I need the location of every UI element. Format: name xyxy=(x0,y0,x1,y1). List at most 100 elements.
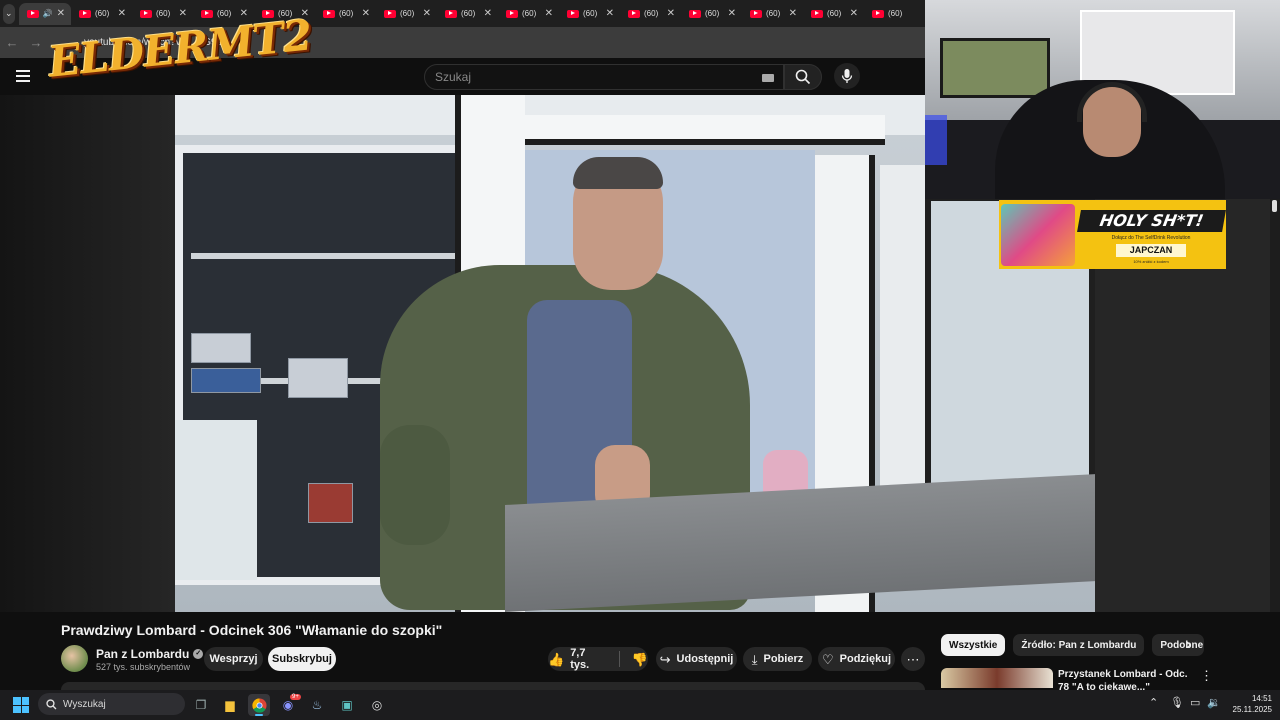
search-input[interactable]: Szukaj xyxy=(424,64,784,90)
subscribe-label: Subskrybuj xyxy=(272,653,332,665)
chevron-right-icon[interactable]: › xyxy=(1186,636,1191,654)
youtube-favicon-icon xyxy=(323,9,335,18)
chip-all[interactable]: Wszystkie xyxy=(941,634,1006,656)
tab-search-button[interactable]: ⌄ xyxy=(3,3,15,24)
channel-avatar[interactable] xyxy=(61,645,88,672)
scrollbar-thumb[interactable] xyxy=(1272,200,1277,212)
microphone-icon xyxy=(841,69,853,83)
close-tab-icon[interactable]: ✕ xyxy=(362,8,370,19)
chip-similar[interactable]: Podobne xyxy=(1152,634,1205,656)
tab-active[interactable]: 🔊 ✕ xyxy=(18,2,71,25)
like-count[interactable]: 7,7 tys. xyxy=(570,647,607,671)
windows-start-icon[interactable] xyxy=(13,697,29,713)
youtube-favicon-icon xyxy=(506,9,518,18)
close-tab-icon[interactable]: ✕ xyxy=(789,8,797,19)
ad-note: 10% zniżki z kodem xyxy=(1133,259,1169,264)
like-dislike-group: 👍 7,7 tys. 👎 xyxy=(548,647,648,671)
voice-search-button[interactable] xyxy=(834,63,860,89)
close-tab-icon[interactable]: ✕ xyxy=(57,8,65,19)
youtube-favicon-icon xyxy=(628,9,640,18)
keyboard-icon[interactable] xyxy=(762,74,774,82)
close-tab-icon[interactable]: ✕ xyxy=(606,8,614,19)
tab-label: (60) xyxy=(827,9,842,18)
browser-tab[interactable]: (60) ✕ xyxy=(71,3,132,25)
share-button[interactable]: ↪ Udostępnij xyxy=(656,647,737,671)
obs-icon[interactable]: ◎ xyxy=(366,694,388,716)
clock-time: 14:51 xyxy=(1251,694,1272,703)
webcam-overlay xyxy=(925,0,1280,199)
browser-tab[interactable]: (60) ✕ xyxy=(681,3,742,25)
sponsor-banner: HOLY SH*T! Dołącz do The SelfDrink Revol… xyxy=(999,200,1226,269)
close-tab-icon[interactable]: ✕ xyxy=(667,8,675,19)
subscribe-button[interactable]: Subskrybuj xyxy=(268,647,336,671)
share-label: Udostępnij xyxy=(676,653,734,665)
recommended-thumbnail[interactable] xyxy=(941,668,1053,688)
browser-tab[interactable]: (60) ✕ xyxy=(803,3,864,25)
microphone-tray-icon[interactable]: 🎙 xyxy=(1170,696,1184,709)
browser-tab[interactable]: (60) xyxy=(864,3,925,25)
support-button[interactable]: Wesprzyj xyxy=(204,647,263,671)
youtube-favicon-icon xyxy=(445,9,457,18)
system-clock[interactable]: 14:51 25.11.2025 xyxy=(1224,693,1272,715)
tab-label: (60) xyxy=(217,9,232,18)
browser-tab[interactable]: (60) ✕ xyxy=(559,3,620,25)
forward-arrow-icon[interactable]: → xyxy=(24,35,48,50)
drink-cans-image xyxy=(1001,204,1075,266)
more-actions-button[interactable]: ⋯ xyxy=(901,647,925,671)
browser-tab[interactable]: (60) ✕ xyxy=(742,3,803,25)
browser-tab[interactable]: (60) ✕ xyxy=(437,3,498,25)
youtube-favicon-icon xyxy=(689,9,701,18)
youtube-favicon-icon xyxy=(26,9,39,18)
subscriber-count: 527 tys. subskrybentów xyxy=(96,662,191,672)
task-view-icon[interactable]: ❐ xyxy=(190,694,212,716)
browser-tab[interactable]: (60) ✕ xyxy=(315,3,376,25)
search-button[interactable] xyxy=(784,64,822,90)
browser-tab[interactable]: (60) ✕ xyxy=(132,3,193,25)
taskbar-search[interactable]: Wyszukaj xyxy=(38,693,185,715)
youtube-favicon-icon xyxy=(384,9,396,18)
browser-tab[interactable]: (60) ✕ xyxy=(498,3,559,25)
close-tab-icon[interactable]: ✕ xyxy=(484,8,492,19)
tab-label: (60) xyxy=(522,9,537,18)
youtube-favicon-icon xyxy=(872,9,884,18)
close-tab-icon[interactable]: ✕ xyxy=(545,8,553,19)
browser-tab[interactable]: (60) ✕ xyxy=(376,3,437,25)
browser-tab[interactable]: (60) ✕ xyxy=(620,3,681,25)
tab-label: (60) xyxy=(400,9,415,18)
search-icon xyxy=(795,69,811,85)
thanks-label: Podziękuj xyxy=(839,653,891,665)
back-arrow-icon[interactable]: ← xyxy=(0,35,24,50)
channel-name[interactable]: Pan z Lombardu ✓ xyxy=(96,647,204,661)
heart-dollar-icon: ♡ xyxy=(822,651,834,667)
chevron-up-icon[interactable]: ⌃ xyxy=(1149,696,1158,709)
download-button[interactable]: ⤓ Pobierz xyxy=(743,647,812,671)
discord-badge: 9+ xyxy=(290,694,301,700)
chip-source[interactable]: Źródło: Pan z Lombardu xyxy=(1013,634,1145,656)
more-vertical-icon[interactable]: ⋮ xyxy=(1200,668,1213,684)
taskbar-search-placeholder: Wyszukaj xyxy=(63,698,106,710)
thumbs-up-icon[interactable]: 👍 xyxy=(548,653,564,666)
close-tab-icon[interactable]: ✕ xyxy=(118,8,126,19)
recommended-title[interactable]: Przystanek Lombard - Odc. 78 "A to cieka… xyxy=(1058,668,1198,690)
video-side-bar xyxy=(0,95,175,612)
scrollbar-track[interactable] xyxy=(1270,199,1280,612)
chrome-icon[interactable] xyxy=(248,694,270,716)
menu-icon[interactable] xyxy=(16,70,30,82)
volume-icon[interactable]: 🔉 xyxy=(1207,696,1221,709)
close-tab-icon[interactable]: ✕ xyxy=(728,8,736,19)
close-tab-icon[interactable]: ✕ xyxy=(179,8,187,19)
active-app-indicator xyxy=(255,714,263,716)
close-tab-icon[interactable]: ✕ xyxy=(423,8,431,19)
app-icon[interactable]: ▣ xyxy=(336,694,358,716)
tab-label: (60) xyxy=(461,9,476,18)
related-filter-chips: Wszystkie Źródło: Pan z Lombardu Podobne xyxy=(941,634,1205,656)
youtube-favicon-icon xyxy=(811,9,823,18)
thanks-button[interactable]: ♡ Podziękuj xyxy=(818,647,895,671)
description-box[interactable] xyxy=(61,682,925,690)
browser-tab-strip: ⌄ 🔊 ✕ (60) ✕ (60) ✕ (60) ✕ (60) ✕ (60) ✕ (60) ✕ (60)… xyxy=(0,0,925,27)
close-tab-icon[interactable]: ✕ xyxy=(850,8,858,19)
file-explorer-icon[interactable]: ▆ xyxy=(219,694,241,716)
thumbs-down-icon[interactable]: 👎 xyxy=(632,653,648,666)
steam-icon[interactable]: ♨ xyxy=(306,694,328,716)
network-icon[interactable]: ▭ xyxy=(1190,696,1200,709)
